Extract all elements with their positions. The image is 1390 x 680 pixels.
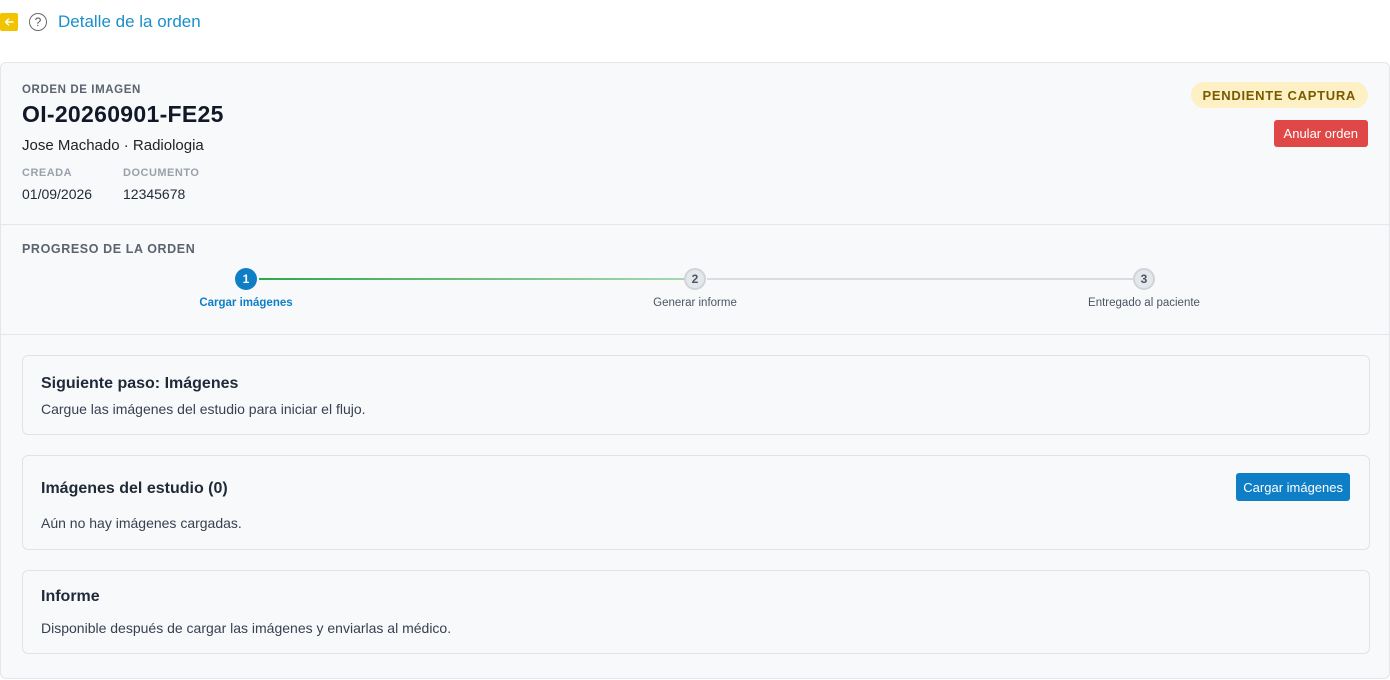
report-text: Disponible después de cargar las imágene… xyxy=(41,620,452,636)
step-label: Cargar imágenes xyxy=(199,297,293,309)
next-step-text: Cargue las imágenes del estudio para ini… xyxy=(41,401,366,417)
study-images-empty: Aún no hay imágenes cargadas. xyxy=(41,515,242,531)
order-kicker: ORDEN DE IMAGEN xyxy=(22,84,141,96)
page-title[interactable]: Detalle de la orden xyxy=(58,12,201,32)
meta-created-label: CREADA xyxy=(22,167,73,179)
meta-created: CREADA 01/09/2026 xyxy=(22,167,92,202)
step-upload-images: 1 Cargar imágenes xyxy=(116,268,376,309)
top-bar: ? Detalle de la orden xyxy=(0,10,201,34)
step-delivered: 3 Entregado al paciente xyxy=(1014,268,1274,309)
step-number: 2 xyxy=(684,268,706,290)
step-number: 3 xyxy=(1133,268,1155,290)
back-button[interactable] xyxy=(0,13,18,31)
meta-document-value: 12345678 xyxy=(123,186,186,202)
help-icon[interactable]: ? xyxy=(29,13,47,31)
step-number: 1 xyxy=(235,268,257,290)
step-label: Generar informe xyxy=(653,297,737,309)
order-header: ORDEN DE IMAGEN OI-20260901-FE25 Jose Ma… xyxy=(1,63,1389,225)
step-label: Entregado al paciente xyxy=(1088,297,1200,309)
meta-document-label: DOCUMENTO xyxy=(123,167,200,179)
progress-title: PROGRESO DE LA ORDEN xyxy=(22,242,196,256)
meta-created-value: 01/09/2026 xyxy=(22,186,93,202)
step-generate-report: 2 Generar informe xyxy=(565,268,825,309)
cancel-order-button[interactable]: Anular orden xyxy=(1273,120,1368,147)
meta-document: DOCUMENTO 12345678 xyxy=(123,167,199,202)
next-step-panel: Siguiente paso: Imágenes Cargue las imág… xyxy=(22,355,1370,435)
report-panel: Informe Disponible después de cargar las… xyxy=(22,570,1370,654)
order-id: OI-20260901-FE25 xyxy=(22,101,224,127)
patient-line: Jose Machado · Radiologia xyxy=(22,137,204,154)
study-images-title: Imágenes del estudio (0) xyxy=(41,480,228,497)
arrow-left-icon xyxy=(4,18,14,26)
status-badge: PENDIENTE CAPTURA xyxy=(1190,82,1368,108)
order-progress: PROGRESO DE LA ORDEN 1 Cargar imágenes 2… xyxy=(1,225,1389,335)
next-step-title: Siguiente paso: Imágenes xyxy=(41,375,239,392)
upload-images-button[interactable]: Cargar imágenes xyxy=(1236,473,1350,501)
report-title: Informe xyxy=(41,588,100,605)
study-images-panel: Imágenes del estudio (0) Aún no hay imág… xyxy=(22,455,1370,550)
order-card: ORDEN DE IMAGEN OI-20260901-FE25 Jose Ma… xyxy=(0,62,1390,679)
